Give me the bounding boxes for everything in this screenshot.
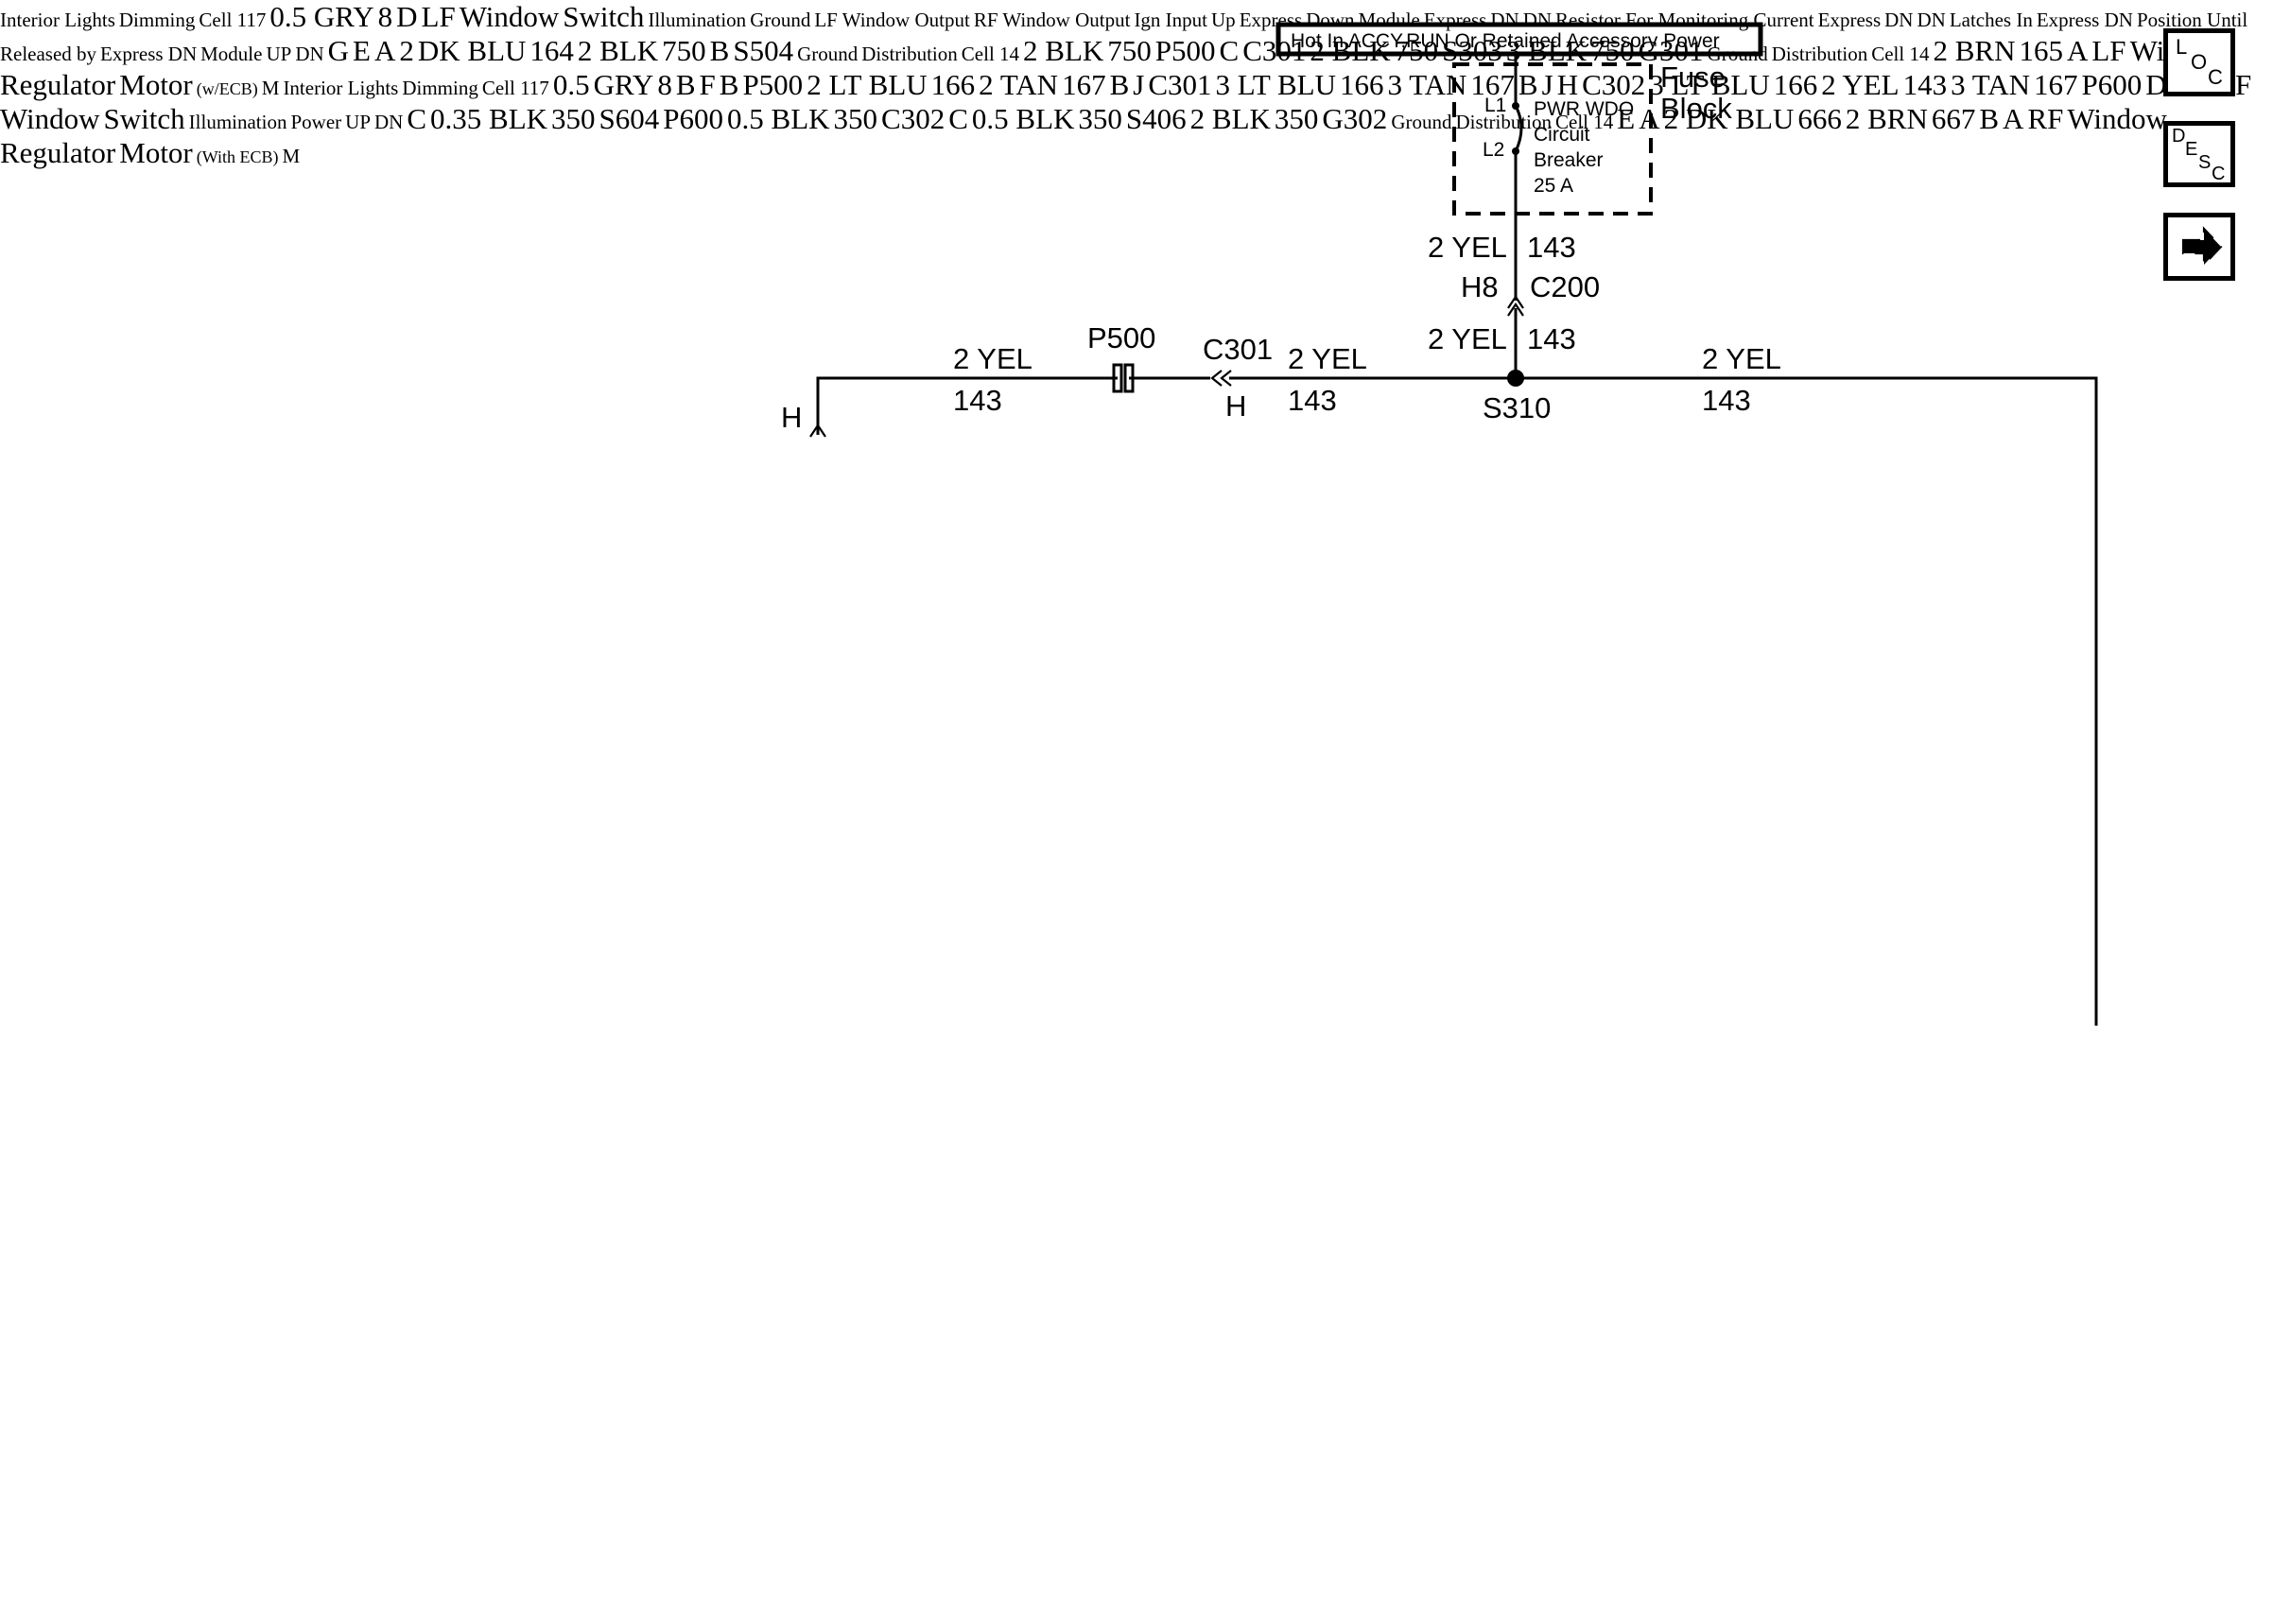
pin-label: H — [1225, 389, 1246, 423]
loc-letter-o: O — [2191, 50, 2208, 74]
fuse-block-label-1: Fuse — [1660, 60, 1726, 94]
wire-label: 2 YEL — [1428, 322, 1507, 355]
loc-letter-c: C — [2208, 65, 2223, 89]
connector-label: C301 — [1203, 333, 1273, 366]
circuit-label: 143 — [953, 384, 1002, 417]
circuit-label: 143 — [1527, 322, 1576, 355]
desc-letter-e: E — [2185, 139, 2198, 160]
wire-label: 2 YEL — [1288, 342, 1367, 375]
next-page-button[interactable] — [2163, 213, 2235, 281]
breaker-desc-4: 25 A — [1534, 175, 1573, 197]
desc-letter-d: D — [2172, 126, 2186, 147]
connector-c301-top-symbol — [1210, 370, 1232, 387]
desc-letter-c: C — [2212, 164, 2226, 184]
breaker-l1-label: L1 — [1484, 95, 1506, 116]
breaker-l2-label: L2 — [1483, 139, 1504, 161]
breaker-desc-3: Breaker — [1534, 149, 1604, 171]
fuse-block-label-2: Block — [1660, 92, 1732, 125]
wire-143-top-right — [1229, 376, 2098, 1026]
location-button[interactable]: L O C — [2163, 28, 2235, 96]
description-button[interactable]: D E S C — [2163, 121, 2235, 187]
circuit-label: 143 — [1702, 384, 1751, 417]
breaker-desc-2: Circuit — [1534, 124, 1590, 146]
right-arrow-icon — [2181, 226, 2223, 268]
splice-label: S310 — [1483, 391, 1551, 424]
wire-label: 2 YEL — [953, 342, 1032, 375]
wire-label: 2 YEL — [1702, 342, 1781, 375]
circuit-label: 143 — [1288, 384, 1337, 417]
pin-label: H8 — [1461, 270, 1499, 303]
splice-s310 — [1507, 370, 1524, 387]
connector-label: P500 — [1087, 321, 1155, 354]
desc-letter-s: S — [2198, 152, 2212, 173]
wire-label: 2 YEL — [1428, 231, 1507, 264]
power-source-text: Hot In ACCY,RUN Or Retained Accessory Po… — [1291, 30, 1720, 52]
loc-letter-l: L — [2176, 35, 2188, 59]
connector-label: C200 — [1530, 270, 1600, 303]
breaker-desc-1: PWR WDO — [1534, 98, 1634, 120]
circuit-label: 143 — [1527, 231, 1576, 264]
wiring-diagram: Hot In ACCY,RUN Or Retained Accessory Po… — [781, 22, 2098, 1026]
breaker-terminal-l1 — [1512, 102, 1519, 110]
circuit-breaker-symbol — [1514, 105, 1523, 152]
pin-label: H — [781, 401, 802, 434]
